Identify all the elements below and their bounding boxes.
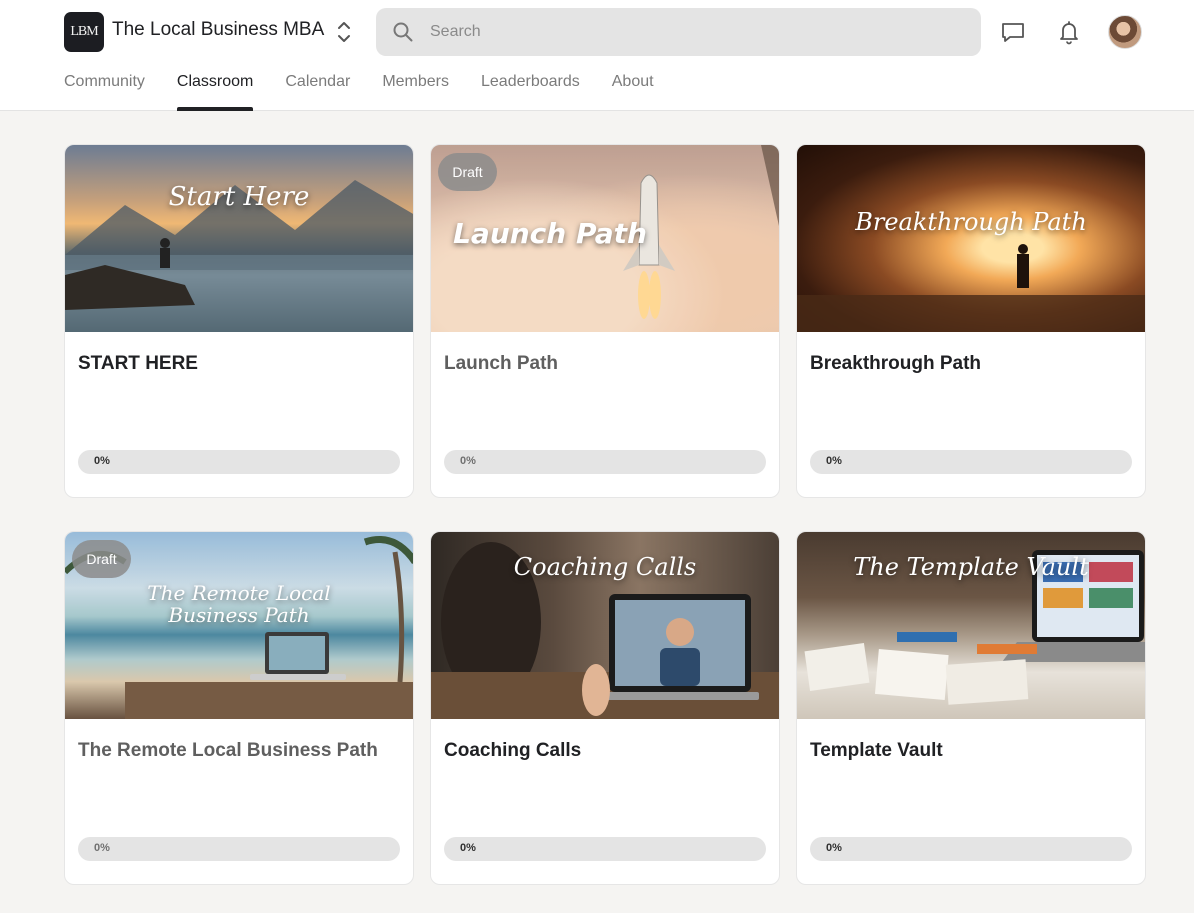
progress-label: 0% (94, 842, 110, 854)
chevron-updown-icon[interactable] (332, 18, 356, 46)
bell-icon[interactable] (1055, 18, 1083, 46)
course-cover-image: Launch Path Draft (431, 145, 779, 332)
cover-title-line2: Business Path (168, 603, 310, 627)
progress-bar: 0% (444, 837, 766, 861)
progress-bar: 0% (78, 837, 400, 861)
course-grid: Start Here START HERE 0% Launch Path Dra… (64, 144, 1146, 885)
cover-title-line1: The Remote Local (147, 581, 331, 605)
search-input[interactable] (430, 8, 960, 56)
course-cover-image: Coaching Calls (431, 532, 779, 719)
cover-title-text: Breakthrough Path (855, 208, 1087, 236)
cover-title-text: Coaching Calls (513, 553, 697, 581)
course-card-template-vault[interactable]: The Template Vault Template Vault 0% (796, 531, 1146, 885)
progress-label: 0% (826, 842, 842, 854)
course-title: The Remote Local Business Path (78, 740, 378, 761)
progress-bar: 0% (810, 450, 1132, 474)
chat-icon[interactable] (999, 18, 1027, 46)
progress-bar: 0% (810, 837, 1132, 861)
tab-leaderboards[interactable]: Leaderboards (481, 71, 580, 111)
tab-calendar[interactable]: Calendar (285, 71, 350, 111)
progress-label: 0% (460, 842, 476, 854)
course-card-start-here[interactable]: Start Here START HERE 0% (64, 144, 414, 498)
course-cover-image: The Remote Local Business Path Draft (65, 532, 413, 719)
course-cover-image: Start Here (65, 145, 413, 332)
progress-label: 0% (826, 455, 842, 467)
course-cover-image: Breakthrough Path (797, 145, 1145, 332)
course-title: START HERE (78, 353, 198, 374)
top-header: LBM The Local Business MBA Community Cla… (0, 0, 1194, 111)
draft-badge: Draft (72, 540, 131, 578)
draft-badge: Draft (438, 153, 497, 191)
progress-label: 0% (94, 455, 110, 467)
course-cover-image: The Template Vault (797, 532, 1145, 719)
cover-title-text: The Template Vault (853, 553, 1089, 581)
tab-members[interactable]: Members (382, 71, 449, 111)
course-title: Template Vault (810, 740, 943, 761)
tab-about[interactable]: About (612, 71, 654, 111)
course-title: Breakthrough Path (810, 353, 982, 374)
course-card-coaching-calls[interactable]: Coaching Calls Coaching Calls 0% (430, 531, 780, 885)
course-card-breakthrough-path[interactable]: Breakthrough Path Breakthrough Path 0% (796, 144, 1146, 498)
progress-bar: 0% (78, 450, 400, 474)
course-card-remote-local-business-path[interactable]: The Remote Local Business Path Draft The… (64, 531, 414, 885)
search-icon (392, 21, 414, 43)
nav-tabs: Community Classroom Calendar Members Lea… (64, 71, 654, 111)
course-title: Launch Path (444, 353, 559, 374)
tab-community[interactable]: Community (64, 71, 145, 111)
user-avatar[interactable] (1108, 15, 1142, 49)
progress-bar: 0% (444, 450, 766, 474)
course-card-launch-path[interactable]: Launch Path Draft Launch Path 0% (430, 144, 780, 498)
cover-title-text: Launch Path (453, 217, 647, 250)
cover-title-text: Start Here (168, 182, 310, 212)
search-bar[interactable] (376, 8, 981, 56)
course-title: Coaching Calls (444, 740, 582, 761)
community-name[interactable]: The Local Business MBA (112, 19, 324, 41)
progress-label: 0% (460, 455, 476, 467)
community-logo[interactable]: LBM (64, 12, 104, 52)
tab-classroom[interactable]: Classroom (176, 71, 254, 111)
